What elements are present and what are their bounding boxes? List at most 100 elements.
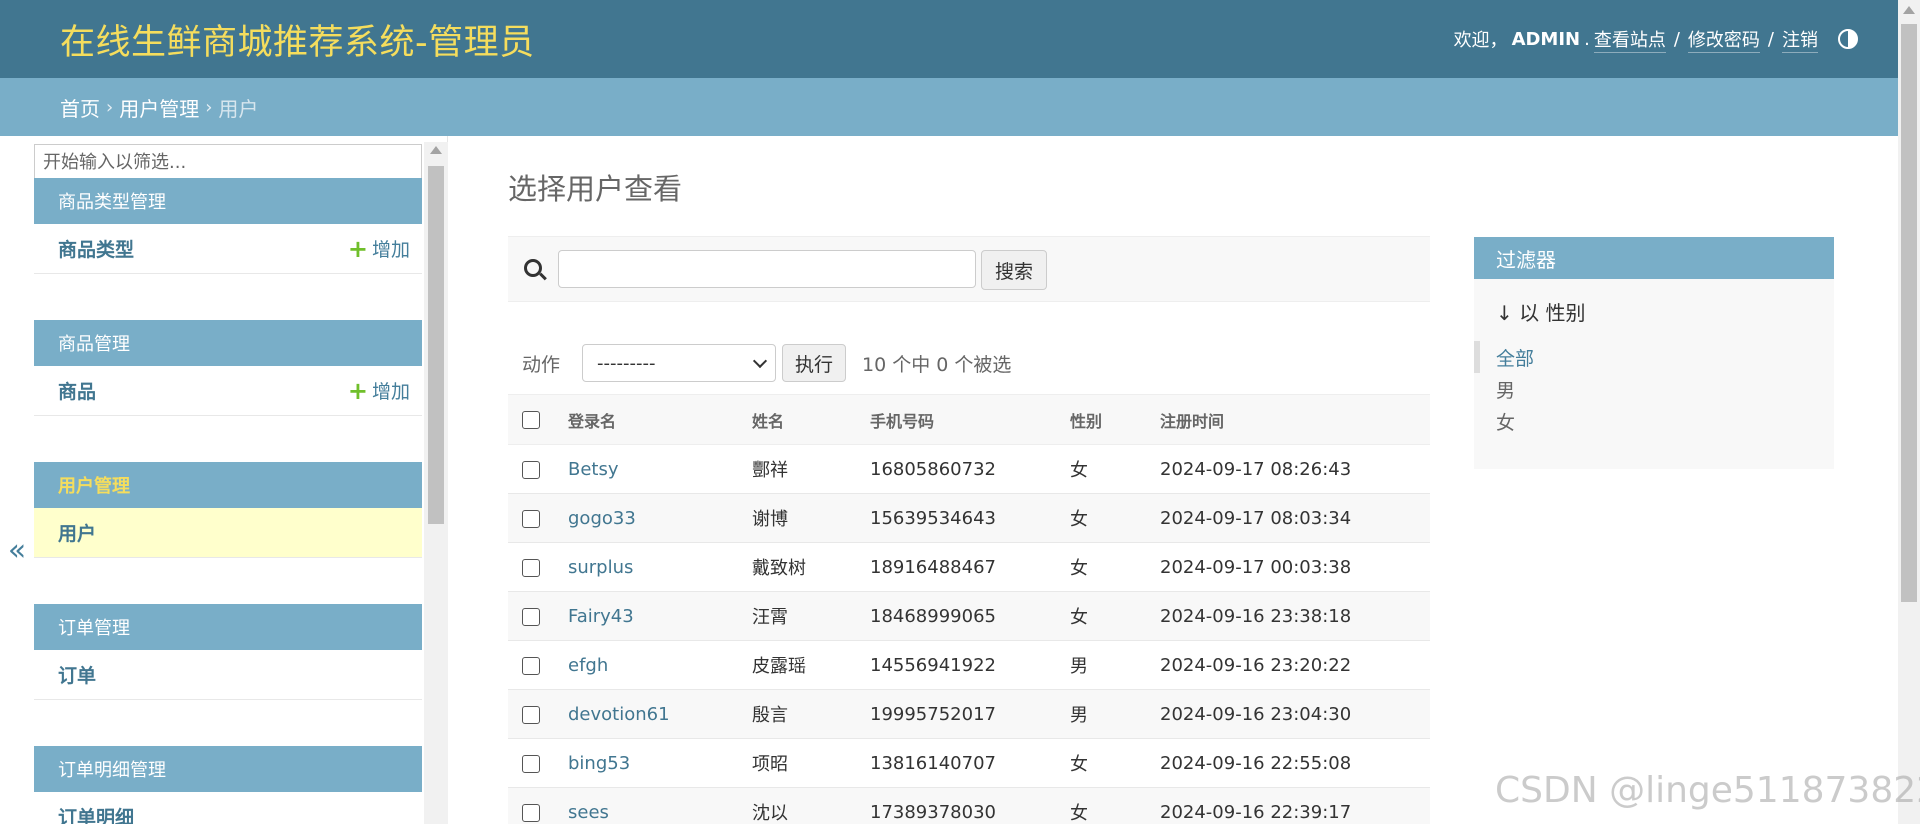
cell-sex: 女 [1070, 591, 1160, 641]
breadcrumb-home[interactable]: 首页 [60, 93, 100, 122]
add-label: 增加 [371, 381, 410, 403]
row-checkbox-cell [508, 738, 568, 788]
search-toolbar: 搜索 [508, 236, 1430, 302]
filter-heading[interactable]: ↓ 以 性别 [1496, 297, 1585, 326]
breadcrumb-section[interactable]: 用户管理 [119, 93, 199, 122]
user-link[interactable]: efgh [568, 655, 608, 676]
row-checkbox-cell [508, 542, 568, 592]
sidebar-item-user: 用户 [34, 508, 422, 558]
scrollbar-thumb[interactable] [428, 166, 444, 524]
user-link[interactable]: Betsy [568, 459, 619, 480]
user-link[interactable]: surplus [568, 557, 633, 578]
cell-name: 殷言 [752, 689, 870, 739]
row-checkbox[interactable] [522, 607, 540, 626]
cell-sex: 男 [1070, 689, 1160, 739]
cell-sex: 女 [1070, 738, 1160, 788]
row-checkbox[interactable] [522, 705, 540, 724]
user-link[interactable]: gogo33 [568, 508, 636, 529]
row-checkbox[interactable] [522, 460, 540, 479]
module-order-detail: 订单明细管理 订单明细 [34, 746, 422, 824]
cell-phone: 18916488467 [870, 542, 1070, 592]
model-link[interactable]: 订单 [58, 661, 96, 688]
model-link[interactable]: 商品类型 [58, 235, 134, 262]
action-select-value: --------- [597, 352, 656, 374]
table-row: bing53 项昭 13816140707 女 2024-09-16 22:55:08 [508, 738, 1430, 788]
page-title: 选择用户查看 [508, 172, 683, 206]
filter-options: 全部 男 女 [1474, 341, 1834, 437]
user-link[interactable]: sees [568, 802, 609, 823]
select-all-checkbox[interactable] [522, 411, 540, 430]
table-header-row: 登录名 姓名 手机号码 性别 注册时间 [508, 394, 1430, 445]
row-checkbox[interactable] [522, 754, 540, 773]
module-caption[interactable]: 商品管理 [34, 320, 422, 366]
actions-bar: 动作 --------- 执行 10 个中 0 个被选 [508, 341, 1430, 385]
column-header-login[interactable]: 登录名 [568, 394, 752, 445]
filter-option-male[interactable]: 男 [1474, 373, 1834, 405]
action-select[interactable]: --------- [582, 344, 776, 382]
module-caption[interactable]: 订单明细管理 [34, 746, 422, 792]
site-header: 在线生鲜商城推荐系统-管理员 欢迎， ADMIN. 查看站点 / 修改密码 / … [0, 0, 1898, 78]
user-link[interactable]: Fairy43 [568, 606, 634, 627]
sidebar-item-order: 订单 [34, 650, 422, 700]
module-product-type: 商品类型管理 商品类型 + 增加 [34, 178, 422, 274]
filter-option-all[interactable]: 全部 [1474, 341, 1834, 373]
cell-login: Betsy [568, 444, 752, 494]
sidebar-filter-input[interactable] [34, 144, 422, 180]
column-header-phone[interactable]: 手机号码 [870, 394, 1070, 445]
row-checkbox[interactable] [522, 509, 540, 528]
change-password-link[interactable]: 修改密码 [1687, 26, 1760, 53]
scroll-up-arrow-icon[interactable] [430, 146, 442, 154]
site-brand[interactable]: 在线生鲜商城推荐系统-管理员 [60, 14, 535, 65]
column-header-sex[interactable]: 性别 [1070, 394, 1160, 445]
result-table: 登录名 姓名 手机号码 性别 注册时间 Betsy 酆祥 16805860732 女 2… [508, 394, 1430, 824]
breadcrumb-separator: › [106, 96, 114, 118]
chevron-down-icon [752, 353, 768, 368]
search-button[interactable]: 搜索 [981, 250, 1047, 290]
cell-sex: 女 [1070, 493, 1160, 543]
module-caption[interactable]: 用户管理 [34, 462, 422, 508]
cell-login: devotion61 [568, 689, 752, 739]
view-site-link[interactable]: 查看站点 [1593, 26, 1666, 53]
logout-link[interactable]: 注销 [1782, 26, 1818, 53]
model-link[interactable]: 用户 [58, 519, 96, 546]
row-checkbox[interactable] [522, 558, 540, 577]
add-product-button[interactable]: + 增加 [348, 377, 410, 404]
module-caption[interactable]: 订单管理 [34, 604, 422, 650]
sidebar-scrollbar[interactable] [424, 142, 448, 824]
cell-name: 戴致树 [752, 542, 870, 592]
column-header-register-time[interactable]: 注册时间 [1160, 394, 1430, 445]
cell-phone: 18468999065 [870, 591, 1070, 641]
cell-phone: 13816140707 [870, 738, 1070, 788]
module-caption[interactable]: 商品类型管理 [34, 178, 422, 224]
add-product-type-button[interactable]: + 增加 [348, 235, 410, 262]
cell-login: gogo33 [568, 493, 752, 543]
search-input[interactable] [558, 250, 976, 288]
filter-panel: 过滤器 ↓ 以 性别 全部 男 女 [1474, 237, 1834, 469]
module-user: 用户管理 用户 [34, 462, 422, 558]
scroll-up-arrow-icon[interactable] [1903, 6, 1915, 14]
action-label: 动作 [522, 353, 561, 376]
watermark: CSDN @linge511873822 [1495, 770, 1920, 811]
cell-phone: 15639534643 [870, 493, 1070, 543]
toggle-sidebar-button[interactable]: « [0, 136, 34, 824]
cell-register-time: 2024-09-16 23:38:18 [1160, 591, 1430, 641]
go-button[interactable]: 执行 [782, 344, 846, 382]
row-checkbox-cell [508, 787, 568, 824]
filter-option-female[interactable]: 女 [1474, 405, 1834, 437]
user-link[interactable]: bing53 [568, 753, 630, 774]
table-row: sees 沈以 17389378030 女 2024-09-16 22:39:17 [508, 787, 1430, 824]
row-checkbox[interactable] [522, 803, 540, 822]
scrollbar-thumb[interactable] [1901, 24, 1917, 602]
row-checkbox[interactable] [522, 656, 540, 675]
column-header-name[interactable]: 姓名 [752, 394, 870, 445]
model-link[interactable]: 订单明细 [58, 803, 134, 824]
cell-name: 汪霄 [752, 591, 870, 641]
theme-toggle-icon[interactable] [1838, 29, 1858, 49]
breadcrumb-separator: › [205, 96, 213, 118]
user-link[interactable]: devotion61 [568, 704, 670, 725]
cell-phone: 14556941922 [870, 640, 1070, 690]
username-suffix: . [1584, 28, 1590, 50]
model-link[interactable]: 商品 [58, 377, 96, 404]
page-scrollbar[interactable] [1898, 0, 1920, 824]
action-counter: 10 个中 0 个被选 [862, 353, 1012, 376]
